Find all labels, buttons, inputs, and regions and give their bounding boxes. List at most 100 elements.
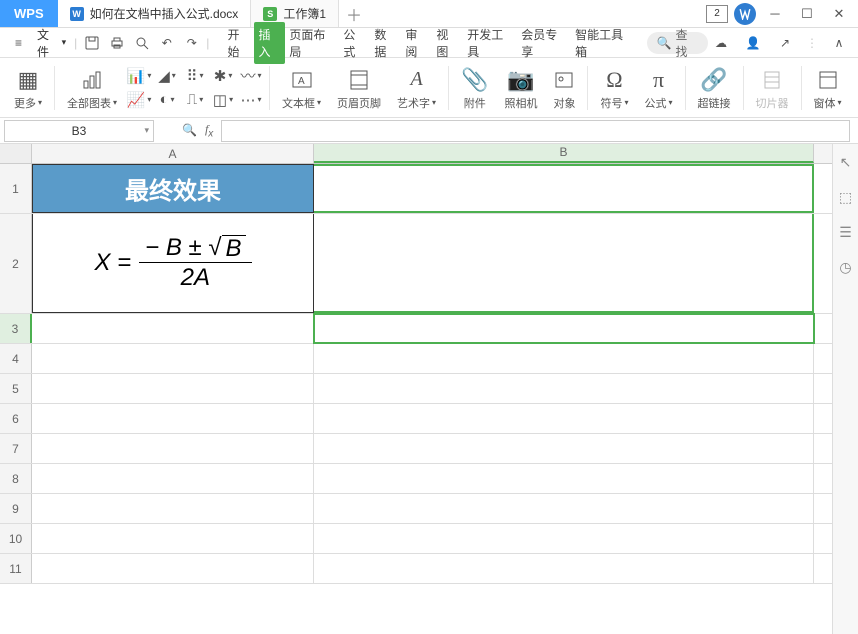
cell-a6[interactable] [32, 404, 314, 433]
undo-icon[interactable]: ↶ [156, 32, 177, 54]
ribbon-textbox[interactable]: A 文本框▾ [276, 62, 327, 113]
cell-b7[interactable] [314, 434, 814, 463]
cell-a3[interactable] [32, 314, 314, 343]
print-icon[interactable] [106, 32, 127, 54]
cell-b9[interactable] [314, 494, 814, 523]
select-all-corner[interactable] [0, 144, 32, 163]
select-icon[interactable]: ⬚ [839, 189, 852, 206]
row-header-8[interactable]: 8 [0, 464, 32, 493]
minimize-button[interactable]: ─ [762, 3, 788, 25]
ribbon-label: 窗体 [814, 95, 836, 111]
cell-b8[interactable] [314, 464, 814, 493]
wps-logo-icon[interactable] [734, 3, 756, 25]
row-header-9[interactable]: 9 [0, 494, 32, 523]
row-header-1[interactable]: 1 [0, 164, 32, 213]
column-header-a[interactable]: A [32, 144, 314, 163]
ribbon-label: 页眉页脚 [337, 95, 381, 111]
scatter-chart-icon[interactable]: ⠿▾ [183, 65, 207, 87]
menu-tab-data[interactable]: 数据 [370, 22, 401, 64]
cell-b4[interactable] [314, 344, 814, 373]
cursor-icon[interactable]: ↖ [840, 154, 852, 171]
cell-b6[interactable] [314, 404, 814, 433]
search-box[interactable]: 🔍 查找 [647, 32, 708, 54]
row-header-5[interactable]: 5 [0, 374, 32, 403]
cell-b10[interactable] [314, 524, 814, 553]
redo-icon[interactable]: ↷ [181, 32, 202, 54]
ribbon-attachment[interactable]: 📎 附件 [455, 62, 494, 113]
hamburger-icon[interactable]: ≡ [8, 32, 29, 54]
line-chart-icon[interactable]: 📈▾ [127, 89, 151, 111]
cell-a9[interactable] [32, 494, 314, 523]
menu-tab-view[interactable]: 视图 [432, 22, 463, 64]
cell-b11[interactable] [314, 554, 814, 583]
cell-a5[interactable] [32, 374, 314, 403]
menu-tab-review[interactable]: 审阅 [401, 22, 432, 64]
formula-input[interactable] [221, 120, 850, 142]
maximize-button[interactable]: ☐ [794, 3, 820, 25]
collapse-ribbon-icon[interactable]: ∧ [828, 32, 850, 54]
ribbon-hyperlink[interactable]: 🔗 超链接 [692, 62, 737, 113]
ribbon-equation[interactable]: π 公式▾ [638, 62, 678, 113]
ribbon-object[interactable]: 对象 [547, 62, 581, 113]
column-header-b[interactable]: B [314, 144, 814, 163]
cell-b3-selected[interactable] [314, 314, 814, 343]
menu-tab-devtools[interactable]: 开发工具 [463, 22, 517, 64]
ribbon-header-footer[interactable]: 页眉页脚 [331, 62, 387, 113]
menu-tab-insert[interactable]: 插入 [254, 22, 285, 64]
row-header-11[interactable]: 11 [0, 554, 32, 583]
fx-icon[interactable]: fx [205, 122, 213, 139]
row-header-2[interactable]: 2 [0, 214, 32, 313]
more-charts-icon[interactable]: ⋯▾ [239, 89, 263, 111]
cell-b2[interactable] [314, 214, 814, 313]
tab-count-badge[interactable]: 2 [706, 5, 728, 23]
menu-tab-smarttools[interactable]: 智能工具箱 [571, 22, 636, 64]
menu-tab-home[interactable]: 开始 [223, 22, 254, 64]
sparkline-icon[interactable]: 〰▾ [239, 65, 263, 87]
row-header-7[interactable]: 7 [0, 434, 32, 463]
grid[interactable]: A B 1 最终效果 2 X = − B ± √B [0, 144, 832, 634]
cell-b5[interactable] [314, 374, 814, 403]
cloud-icon[interactable]: ☁ [710, 32, 732, 54]
ribbon-more[interactable]: ▦ 更多▾ [8, 62, 48, 113]
file-menu[interactable]: 文件 ▾ [33, 24, 70, 62]
area-chart-icon[interactable]: ◢▾ [155, 65, 179, 87]
ribbon-slicer: 切片器 [750, 62, 795, 113]
ribbon-wordart[interactable]: A 艺术字▾ [391, 62, 442, 113]
print-preview-icon[interactable] [131, 32, 152, 54]
cell-a7[interactable] [32, 434, 314, 463]
radar-chart-icon[interactable]: ✱▾ [211, 65, 235, 87]
properties-icon[interactable]: ☰ [839, 224, 852, 241]
row-header-10[interactable]: 10 [0, 524, 32, 553]
stock-chart-icon[interactable]: ⎍▾ [183, 89, 207, 111]
cell-b1[interactable] [314, 164, 814, 213]
export-icon[interactable]: ↗ [774, 32, 796, 54]
svg-text:A: A [298, 76, 305, 87]
row-header-4[interactable]: 4 [0, 344, 32, 373]
menu-tab-member[interactable]: 会员专享 [517, 22, 571, 64]
ribbon-camera[interactable]: 📷 照相机 [498, 62, 543, 113]
cell-a10[interactable] [32, 524, 314, 553]
ribbon-window[interactable]: 窗体▾ [808, 62, 848, 113]
column-chart-icon[interactable]: 📊▾ [127, 65, 151, 87]
cell-a8[interactable] [32, 464, 314, 493]
cell-a11[interactable] [32, 554, 314, 583]
clock-icon[interactable]: ◷ [839, 259, 851, 276]
row-header-3[interactable]: 3 [0, 314, 32, 343]
cell-a4[interactable] [32, 344, 314, 373]
zoom-out-icon[interactable]: 🔍 [182, 123, 197, 137]
menu-tab-formulas[interactable]: 公式 [339, 22, 370, 64]
row-header-6[interactable]: 6 [0, 404, 32, 433]
header-footer-icon [348, 65, 370, 95]
equation-object[interactable]: X = − B ± √B 2A [94, 235, 251, 292]
pie-chart-icon[interactable]: ◐▾ [155, 89, 179, 111]
ribbon-symbol[interactable]: Ω 符号▾ [594, 62, 634, 113]
cell-a1[interactable]: 最终效果 [32, 164, 314, 213]
menu-tab-layout[interactable]: 页面布局 [285, 22, 339, 64]
combo-chart-icon[interactable]: ◫▾ [211, 89, 235, 111]
share-icon[interactable]: 👤 [742, 32, 764, 54]
name-box[interactable]: B3 ▾ [4, 120, 154, 142]
cell-a2[interactable]: X = − B ± √B 2A [32, 214, 314, 313]
save-icon[interactable] [81, 32, 102, 54]
close-button[interactable]: ✕ [826, 3, 852, 25]
ribbon-charts[interactable]: 全部图表▾ [61, 62, 123, 113]
